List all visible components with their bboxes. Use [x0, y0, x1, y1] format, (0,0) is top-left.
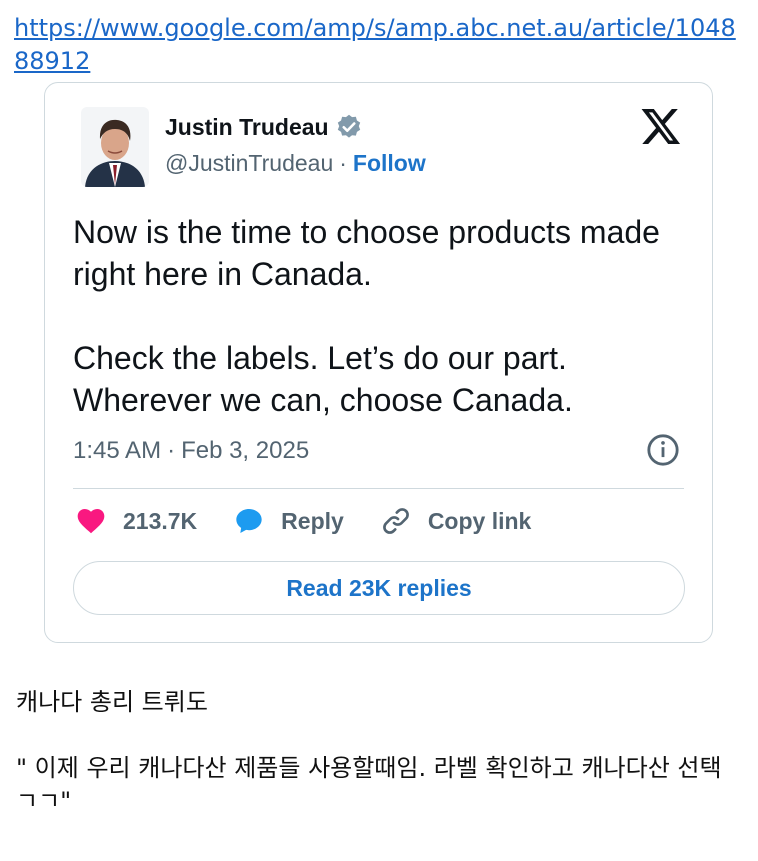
avatar[interactable]	[81, 107, 149, 187]
heart-icon	[77, 509, 105, 534]
author-row: Justin Trudeau	[165, 113, 363, 141]
copy-link-button[interactable]: Copy link	[380, 505, 532, 537]
reply-label: Reply	[281, 507, 344, 534]
author-name[interactable]: Justin Trudeau	[165, 114, 329, 141]
tweet-embed-card: Justin Trudeau @JustinTrudeau · Follow N…	[44, 82, 713, 643]
caption-title: 캐나다 총리 트뤼도	[16, 688, 208, 716]
follow-button[interactable]: Follow	[353, 150, 426, 177]
timestamp[interactable]: 1:45 AM · Feb 3, 2025	[73, 437, 309, 465]
handle-row: @JustinTrudeau · Follow	[165, 150, 426, 177]
caption-quote: " 이제 우리 캐나다산 제품들 사용할때임. 라벨 확인하고 캐나다산 선택 …	[16, 754, 722, 815]
divider	[73, 488, 684, 489]
author-handle[interactable]: @JustinTrudeau	[165, 150, 333, 177]
read-replies-button[interactable]: Read 23K replies	[73, 561, 685, 615]
info-icon[interactable]	[646, 433, 680, 467]
reply-bubble-icon	[236, 509, 262, 533]
like-count: 213.7K	[123, 507, 198, 534]
tweet-date: Feb 3, 2025	[181, 437, 310, 464]
reply-button[interactable]: Reply	[233, 505, 344, 537]
separator-dot-2: ·	[167, 437, 176, 464]
like-button[interactable]: 213.7K	[75, 505, 197, 537]
caption: 캐나다 총리 트뤼도 " 이제 우리 캐나다산 제품들 사용할때임. 라벨 확인…	[16, 686, 746, 818]
article-link[interactable]: https://www.google.com/amp/s/amp.abc.net…	[14, 12, 744, 78]
tweet-text: Now is the time to choose products made …	[73, 211, 693, 421]
tweet-paragraph-1: Now is the time to choose products made …	[73, 214, 660, 292]
separator-dot: ·	[339, 150, 347, 176]
action-bar: 213.7K Reply Copy link	[75, 505, 567, 537]
tweet-paragraph-2: Check the labels. Let’s do our part. Whe…	[73, 340, 573, 418]
copy-link-label: Copy link	[427, 507, 532, 534]
x-logo-icon[interactable]	[640, 105, 682, 147]
tweet-time: 1:45 AM	[73, 437, 162, 464]
link-icon	[382, 508, 409, 534]
verified-badge-icon	[337, 114, 360, 138]
